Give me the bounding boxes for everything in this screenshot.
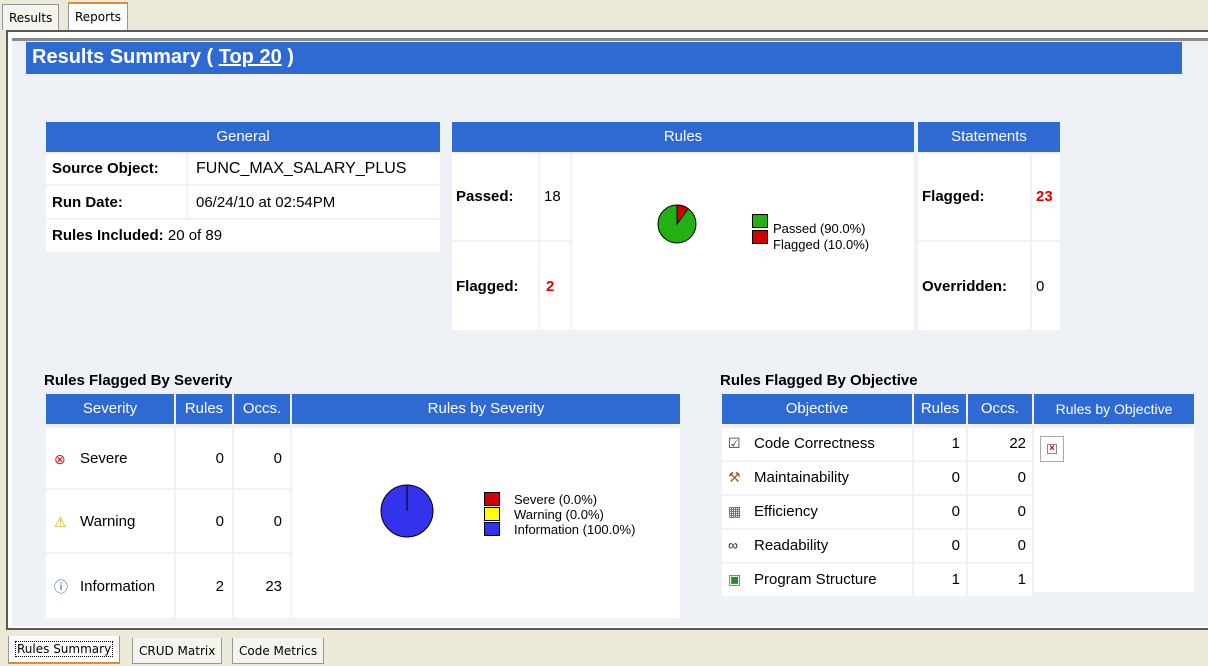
objective-rules-value: 0 (914, 530, 966, 562)
legend-warning-label: Warning (0.0%) (514, 507, 604, 522)
general-header: General (46, 122, 440, 152)
severity-row-warning: ⚠ Warning (46, 490, 174, 552)
tab-reports[interactable]: Reports (68, 2, 129, 31)
chart-icon: ▦ (728, 503, 742, 519)
rules-included-label: Rules Included: (52, 227, 164, 244)
statements-overridden-value: 0 (1032, 242, 1060, 330)
tab-rules-summary-label: Rules Summary (15, 641, 114, 657)
objective-occs-value: 0 (968, 530, 1032, 562)
objective-name: Program Structure (754, 571, 877, 588)
severity-rules-col-header: Rules (176, 394, 232, 424)
structure-icon: ▣ (728, 571, 742, 587)
legend-flagged-label: Flagged (10.0%) (773, 237, 870, 252)
legend-passed-label: Passed (90.0%) (773, 221, 866, 236)
objective-name: Efficiency (754, 503, 818, 520)
objective-occs-value: 22 (968, 428, 1032, 460)
objective-occs-value: 0 (968, 496, 1032, 528)
legend-information-swatch (484, 522, 500, 536)
severity-chart-cell: Severe (0.0%) Warning (0.0%) Information… (292, 428, 680, 618)
rules-passed-label: Passed: (452, 154, 538, 240)
severity-rules-value: 0 (176, 490, 232, 552)
objective-name: Readability (754, 537, 829, 554)
objective-row-efficiency: ▦ Efficiency (722, 496, 912, 528)
objective-row-code-correctness: ☑ Code Correctness (722, 428, 912, 460)
checklist-icon: ☑ (728, 435, 741, 451)
broken-image-placeholder: × (1040, 436, 1064, 462)
top-20-link[interactable]: Top 20 (219, 46, 282, 68)
objective-occs-value: 1 (968, 564, 1032, 596)
objective-name: Maintainability (754, 469, 850, 486)
bottom-tab-bar: Rules Summary CRUD Matrix Code Metrics (0, 632, 1208, 666)
legend-warning-swatch (484, 507, 500, 521)
objective-col-header: Objective (722, 394, 912, 424)
legend-information-label: Information (100.0%) (514, 522, 636, 537)
legend-passed-swatch (752, 214, 768, 228)
top-tab-bar: Results Reports (0, 0, 1208, 31)
run-date-value: 06/24/10 at 02:54PM (188, 186, 440, 218)
rules-chart-cell: Passed (90.0%) Flagged (10.0%) (572, 154, 914, 330)
severity-row-severe: ⊗ Severe (46, 428, 174, 488)
banner-suffix: ) (281, 46, 294, 68)
severity-occs-value: 0 (234, 428, 290, 488)
rules-flagged-value: 2 (540, 242, 570, 330)
legend-severe-label: Severe (0.0%) (514, 492, 598, 507)
rules-included-value: 20 of 89 (167, 227, 223, 244)
severity-occs-value: 0 (234, 490, 290, 552)
objective-occs-col-header: Occs. (968, 394, 1032, 424)
run-date-label: Run Date: (46, 186, 186, 218)
statements-flagged-label: Flagged: (918, 154, 1030, 240)
tab-code-metrics[interactable]: Code Metrics (232, 638, 325, 664)
objective-rules-value: 1 (914, 428, 966, 460)
objective-rules-value: 0 (914, 462, 966, 494)
tab-rules-summary[interactable]: Rules Summary (8, 636, 121, 664)
objective-occs-value: 0 (968, 462, 1032, 494)
statements-header: Statements (918, 122, 1060, 152)
rules-flagged-label: Flagged: (452, 242, 538, 330)
tab-results[interactable]: Results (2, 4, 60, 30)
rules-included-row: Rules Included: 20 of 89 (46, 220, 440, 252)
objective-name: Code Correctness (754, 435, 875, 452)
legend-severe-swatch (484, 492, 500, 506)
objective-row-maintainability: ⚒ Maintainability (722, 462, 912, 494)
rules-passed-value: 18 (540, 154, 570, 240)
severity-col-header: Severity (46, 394, 174, 424)
statements-flagged-value: 23 (1032, 154, 1060, 240)
severe-icon: ⊗ (54, 451, 66, 467)
banner-prefix: Results Summary ( (32, 46, 219, 68)
severity-occs-value: 23 (234, 554, 290, 618)
warning-icon: ⚠ (54, 514, 67, 530)
severity-rules-value: 0 (176, 428, 232, 488)
severity-section-title: Rules Flagged By Severity (44, 372, 233, 389)
source-object-value: FUNC_MAX_SALARY_PLUS (188, 154, 440, 184)
information-icon: ⓘ (54, 579, 68, 595)
objective-rules-col-header: Rules (914, 394, 966, 424)
severity-occs-col-header: Occs. (234, 394, 290, 424)
legend-flagged-swatch (752, 230, 768, 244)
rules-by-objective-header: Rules by Objective (1034, 394, 1194, 424)
statements-overridden-label: Overridden: (918, 242, 1030, 330)
severity-name: Warning (80, 513, 136, 530)
severity-name: Information (80, 578, 156, 595)
objective-chart-cell: × (1034, 428, 1194, 592)
objective-row-program-structure: ▣ Program Structure (722, 564, 912, 596)
source-object-label: Source Object: (46, 154, 186, 184)
severity-rules-value: 2 (176, 554, 232, 618)
results-summary-banner: Results Summary ( Top 20 ) (26, 42, 1182, 74)
toolbox-icon: ⚒ (728, 469, 741, 485)
rules-header: Rules (452, 122, 914, 152)
objective-rules-value: 0 (914, 496, 966, 528)
glasses-icon: ∞ (728, 537, 738, 553)
rules-by-severity-header: Rules by Severity (292, 394, 680, 424)
broken-image-icon: × (1047, 444, 1057, 454)
objective-rules-value: 1 (914, 564, 966, 596)
severity-name: Severe (80, 450, 128, 467)
objective-section-title: Rules Flagged By Objective (720, 372, 918, 389)
objective-row-readability: ∞ Readability (722, 530, 912, 562)
tab-crud-matrix[interactable]: CRUD Matrix (132, 638, 223, 664)
severity-row-information: ⓘ Information (46, 554, 174, 618)
